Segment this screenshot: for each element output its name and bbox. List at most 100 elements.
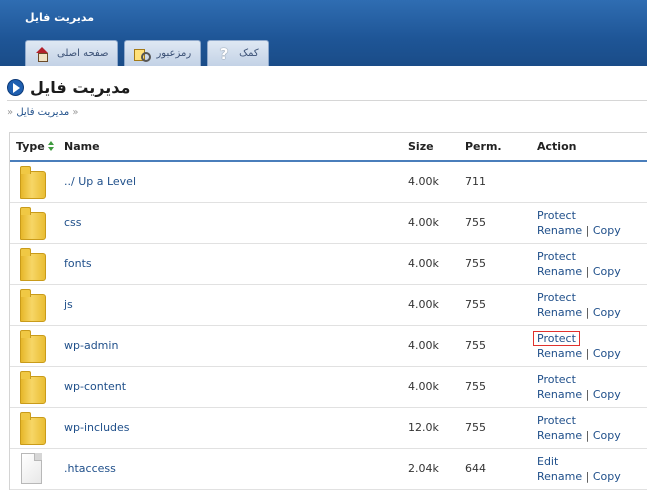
cell-type — [10, 366, 58, 408]
cell-type — [10, 284, 58, 326]
file-name-link[interactable]: wp-includes — [64, 421, 130, 434]
action-protect-link[interactable]: Protect — [533, 330, 580, 346]
cell-size: 4.00k — [402, 366, 459, 408]
column-header-type[interactable]: Type — [10, 133, 58, 162]
cell-size: 4.00k — [402, 325, 459, 367]
action-edit-link[interactable]: Edit — [537, 455, 558, 468]
tab-home[interactable]: صفحه اصلی — [25, 40, 119, 66]
folder-icon[interactable] — [20, 330, 46, 363]
file-name-link[interactable]: wp-content — [64, 380, 126, 393]
action-line-secondary: Rename | Copy — [537, 223, 647, 238]
table-row: .htaccess 2.04k 644 Edit Rename | Copy — [10, 448, 647, 490]
cell-permissions[interactable]: 755 — [459, 407, 531, 449]
column-header-perm[interactable]: Perm. — [459, 133, 531, 162]
tab-help-label: کمک — [239, 48, 259, 59]
cell-size: 4.00k — [402, 284, 459, 326]
cell-permissions[interactable]: 755 — [459, 284, 531, 326]
action-line-primary: Protect — [537, 249, 647, 264]
breadcrumb-item-file-manager[interactable]: مدیریت فایل — [16, 107, 69, 118]
cell-permissions[interactable]: 755 — [459, 366, 531, 408]
file-table-container: Type Name Size Perm. Action ../ Up a Lev… — [9, 132, 647, 490]
cell-permissions[interactable]: 644 — [459, 448, 531, 490]
cell-permissions[interactable]: 755 — [459, 243, 531, 285]
action-links: Protect Rename | Copy — [537, 413, 647, 443]
file-name-link[interactable]: .htaccess — [64, 462, 116, 475]
action-line-primary: Protect — [537, 372, 647, 387]
action-protect-link[interactable]: Protect — [537, 414, 576, 427]
table-row: css 4.00k 755 Protect Rename | Copy — [10, 202, 647, 244]
action-protect-link[interactable]: Protect — [537, 373, 576, 386]
file-name-link[interactable]: wp-admin — [64, 339, 118, 352]
action-protect-link[interactable]: Protect — [537, 291, 576, 304]
file-name-link[interactable]: fonts — [64, 257, 92, 270]
file-table: Type Name Size Perm. Action ../ Up a Lev… — [10, 133, 647, 490]
tab-help[interactable]: ? کمک — [207, 40, 269, 66]
action-separator: | — [585, 469, 590, 483]
action-rename-link[interactable]: Rename — [537, 429, 582, 442]
action-rename-link[interactable]: Rename — [537, 306, 582, 319]
cell-type — [10, 243, 58, 285]
action-line-secondary: Rename | Copy — [537, 428, 647, 443]
folder-icon[interactable] — [20, 412, 46, 445]
action-copy-link[interactable]: Copy — [593, 224, 621, 237]
file-name-link[interactable]: css — [64, 216, 82, 229]
breadcrumb: « مدیریت فایل « — [7, 107, 79, 118]
action-line-secondary: Rename | Copy — [537, 264, 647, 279]
cell-actions: Protect Rename | Copy — [531, 202, 647, 244]
column-header-size[interactable]: Size — [402, 133, 459, 162]
folder-icon[interactable] — [20, 371, 46, 404]
cell-name: css — [58, 202, 402, 244]
folder-icon[interactable] — [20, 166, 46, 200]
cell-size: 4.00k — [402, 243, 459, 285]
table-row: fonts 4.00k 755 Protect Rename | Copy — [10, 243, 647, 285]
file-name-link[interactable]: js — [64, 298, 73, 311]
table-header-row: Type Name Size Perm. Action — [10, 133, 647, 162]
action-links: Protect Rename | Copy — [533, 330, 647, 361]
table-row: js 4.00k 755 Protect Rename | Copy — [10, 284, 647, 326]
cell-name: js — [58, 284, 402, 326]
action-rename-link[interactable]: Rename — [537, 347, 582, 360]
cell-permissions[interactable]: 755 — [459, 325, 531, 367]
file-icon[interactable] — [21, 453, 42, 484]
folder-icon[interactable] — [20, 207, 46, 240]
action-line-primary: Protect — [537, 290, 647, 305]
action-line-primary: Protect — [537, 208, 647, 223]
column-header-name[interactable]: Name — [58, 133, 402, 162]
table-row: wp-includes 12.0k 755 Protect Rename | Copy — [10, 407, 647, 449]
cell-name: wp-content — [58, 366, 402, 408]
home-icon — [35, 46, 49, 62]
action-copy-link[interactable]: Copy — [593, 388, 621, 401]
action-copy-link[interactable]: Copy — [593, 347, 621, 360]
action-rename-link[interactable]: Rename — [537, 470, 582, 483]
action-copy-link[interactable]: Copy — [593, 470, 621, 483]
cell-size: 4.00k — [402, 202, 459, 244]
action-line-primary: Edit — [537, 454, 647, 469]
folder-icon[interactable] — [20, 289, 46, 322]
cell-size: 12.0k — [402, 407, 459, 449]
action-links: Protect Rename | Copy — [537, 249, 647, 279]
action-rename-link[interactable]: Rename — [537, 388, 582, 401]
action-protect-link[interactable]: Protect — [537, 209, 576, 222]
folder-icon[interactable] — [20, 248, 46, 281]
action-protect-link[interactable]: Protect — [537, 250, 576, 263]
tab-password[interactable]: رمزعبور — [124, 40, 202, 66]
cell-name: wp-admin — [58, 325, 402, 367]
action-copy-link[interactable]: Copy — [593, 429, 621, 442]
action-rename-link[interactable]: Rename — [537, 265, 582, 278]
file-name-link[interactable]: ../ Up a Level — [64, 175, 136, 188]
table-row: ../ Up a Level 4.00k 711 — [10, 161, 647, 203]
action-separator: | — [585, 428, 590, 442]
cell-permissions[interactable]: 755 — [459, 202, 531, 244]
cell-type — [10, 407, 58, 449]
cell-actions: Protect Rename | Copy — [531, 407, 647, 449]
cell-size: 4.00k — [402, 161, 459, 203]
cell-permissions[interactable]: 711 — [459, 161, 531, 203]
cell-actions: Protect Rename | Copy — [531, 366, 647, 408]
action-copy-link[interactable]: Copy — [593, 265, 621, 278]
sort-icon[interactable] — [47, 141, 55, 151]
action-copy-link[interactable]: Copy — [593, 306, 621, 319]
action-rename-link[interactable]: Rename — [537, 224, 582, 237]
action-separator: | — [585, 305, 590, 319]
action-separator: | — [585, 223, 590, 237]
action-links: Protect Rename | Copy — [537, 208, 647, 238]
